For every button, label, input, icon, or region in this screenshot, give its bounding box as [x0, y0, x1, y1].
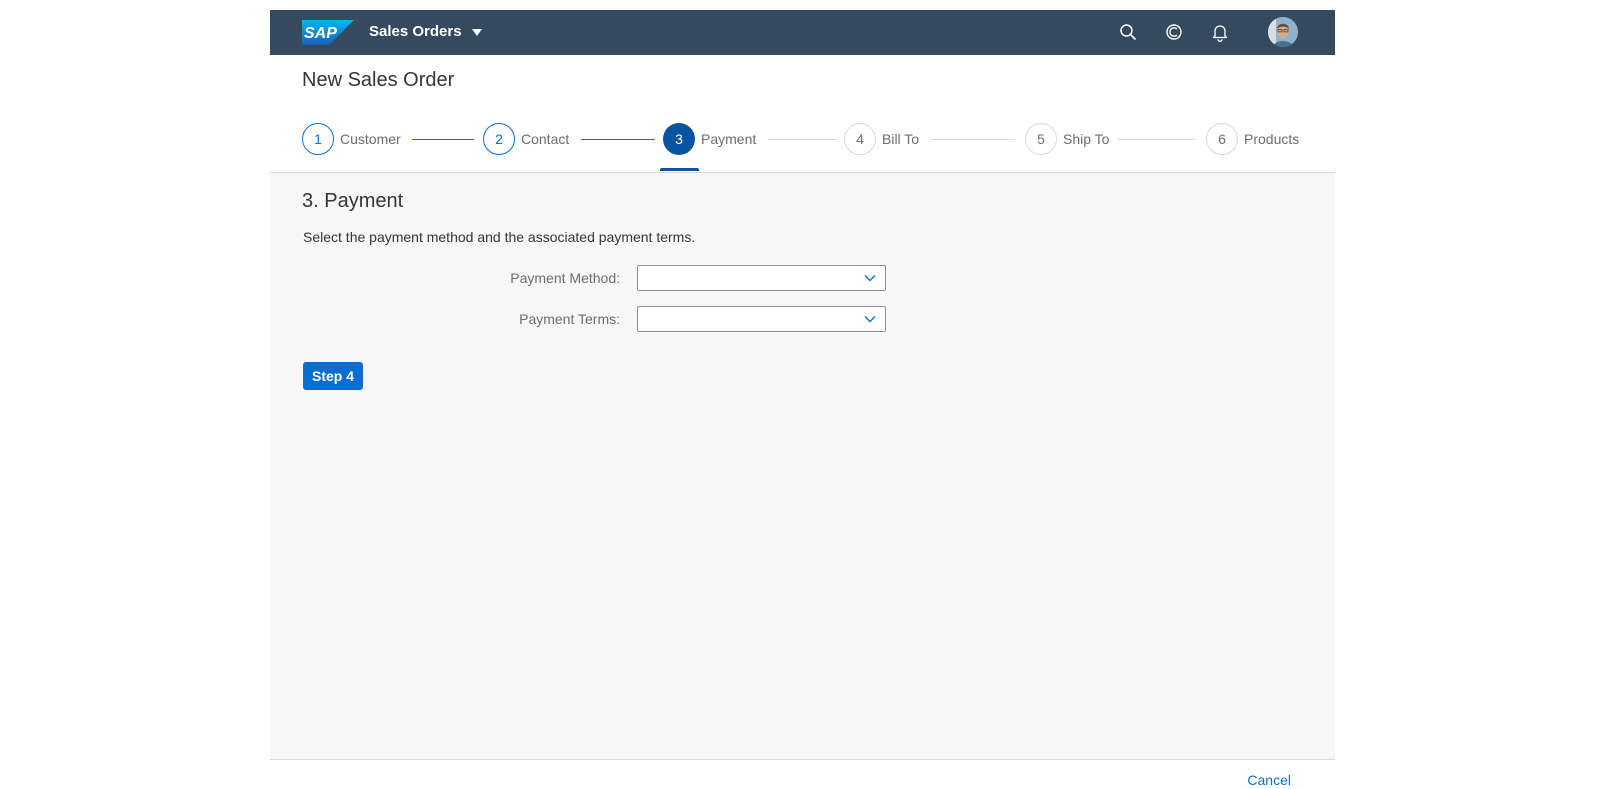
wizard-content: 3. Payment Select the payment method and…: [270, 173, 1335, 759]
user-avatar[interactable]: [1268, 17, 1298, 47]
caret-down-icon: [471, 29, 482, 36]
step-connector: [581, 139, 655, 140]
app-window: SAP Sales Orders New Sales Order 1 Custo…: [270, 10, 1335, 789]
wizard-step-customer[interactable]: 1 Customer: [302, 123, 401, 155]
step-number: 5: [1025, 123, 1057, 155]
payment-method-label: Payment Method:: [510, 270, 620, 286]
step-number: 4: [844, 123, 876, 155]
page-title: New Sales Order: [302, 69, 455, 91]
step-label: Payment: [701, 131, 757, 147]
bell-icon[interactable]: [1209, 21, 1231, 43]
cancel-button[interactable]: Cancel: [1247, 772, 1291, 788]
payment-terms-select[interactable]: [637, 306, 886, 332]
step-number: 1: [302, 123, 334, 155]
shell-bar: SAP Sales Orders: [270, 10, 1335, 55]
step-number: 6: [1206, 123, 1238, 155]
step-number: 3: [663, 123, 695, 155]
copilot-icon[interactable]: [1163, 21, 1185, 43]
sap-logo[interactable]: SAP: [302, 20, 354, 45]
wizard-progress-bar: 1 Customer 2 Contact 3 Payment 4 Bill To…: [270, 110, 1335, 173]
footer-bar: Cancel: [270, 759, 1335, 789]
wizard-step-payment[interactable]: 3 Payment: [663, 123, 756, 155]
next-step-button[interactable]: Step 4: [303, 362, 364, 390]
step-connector: [930, 139, 1015, 140]
step-connector: [412, 139, 474, 140]
active-step-indicator: [660, 168, 699, 171]
app-title: Sales Orders: [369, 23, 462, 40]
step-label: Customer: [340, 131, 401, 147]
step-label: Products: [1244, 131, 1300, 147]
chevron-down-icon: [864, 275, 876, 282]
step-connector: [1118, 139, 1196, 140]
step-label: Contact: [521, 131, 570, 147]
step-label: Bill To: [882, 131, 920, 147]
payment-terms-label: Payment Terms:: [519, 311, 620, 327]
section-description: Select the payment method and the associ…: [303, 229, 696, 245]
search-icon[interactable]: [1117, 21, 1139, 43]
chevron-down-icon: [864, 316, 876, 323]
logo-text: SAP: [304, 25, 337, 42]
user-photo-icon: [1268, 17, 1298, 47]
app-title-menu[interactable]: Sales Orders: [369, 23, 482, 41]
step-label: Ship To: [1063, 131, 1110, 147]
step-connector: [768, 139, 838, 140]
wizard-step-contact[interactable]: 2 Contact: [483, 123, 569, 155]
wizard-step-bill-to[interactable]: 4 Bill To: [844, 123, 919, 155]
wizard-step-ship-to[interactable]: 5 Ship To: [1025, 123, 1109, 155]
payment-method-select[interactable]: [637, 265, 886, 291]
step-number: 2: [483, 123, 515, 155]
section-title: 3. Payment: [302, 190, 404, 212]
wizard-step-products[interactable]: 6 Products: [1206, 123, 1299, 155]
